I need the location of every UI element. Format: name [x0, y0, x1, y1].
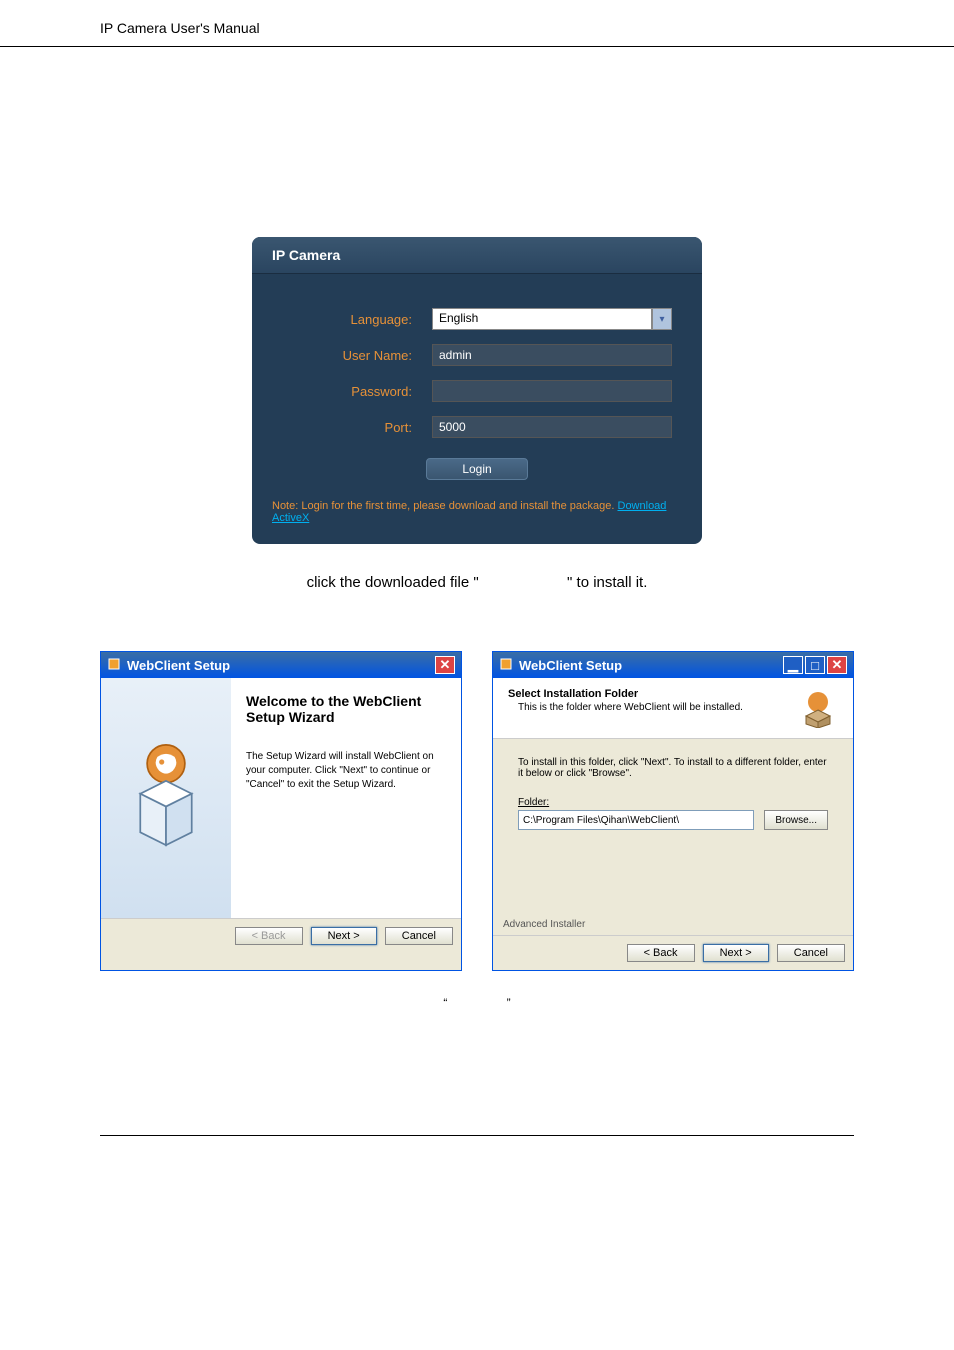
- username-input[interactable]: [432, 344, 672, 366]
- welcome-text: The Setup Wizard will install WebClient …: [246, 750, 446, 792]
- header-box-icon: [798, 688, 838, 728]
- note-text: Note: Login for the first time, please d…: [272, 500, 614, 512]
- open-quote: “: [415, 996, 475, 1010]
- maximize-icon[interactable]: □: [805, 656, 825, 674]
- login-panel: IP Camera Language: English ▾ User Name:…: [252, 237, 702, 544]
- wizard-welcome-dialog: WebClient Setup ✕: [100, 651, 462, 971]
- password-input[interactable]: [432, 380, 672, 402]
- port-input[interactable]: [432, 416, 672, 438]
- login-note: Note: Login for the first time, please d…: [252, 495, 702, 529]
- page-header: IP Camera User's Manual: [0, 0, 954, 47]
- username-label: User Name:: [282, 348, 432, 363]
- folder-header-title: Select Installation Folder: [508, 688, 798, 700]
- login-title: IP Camera: [252, 237, 702, 274]
- dialog-title-bar: WebClient Setup ✕: [101, 652, 461, 678]
- cancel-button[interactable]: Cancel: [777, 944, 845, 962]
- wizard-side-image: [101, 678, 231, 918]
- folder-main-text: To install in this folder, click "Next".…: [518, 757, 828, 779]
- instruction-prefix: click the downloaded file ": [307, 574, 479, 591]
- chevron-down-icon[interactable]: ▾: [652, 308, 672, 330]
- advanced-installer-label: Advanced Installer: [493, 919, 853, 935]
- password-label: Password:: [282, 384, 432, 399]
- close-icon[interactable]: ✕: [435, 656, 455, 674]
- quote-row: “ ”: [100, 996, 854, 1010]
- close-icon[interactable]: ✕: [827, 656, 847, 674]
- language-label: Language:: [282, 312, 432, 327]
- port-label: Port:: [282, 420, 432, 435]
- close-quote: ”: [479, 996, 539, 1010]
- dialog-title-text: WebClient Setup: [519, 658, 622, 673]
- cancel-button[interactable]: Cancel: [385, 927, 453, 945]
- language-select[interactable]: English ▾: [432, 308, 672, 330]
- folder-input[interactable]: [518, 810, 754, 830]
- dialog-title-text: WebClient Setup: [127, 658, 230, 673]
- page-footer-rule: [100, 1135, 854, 1136]
- folder-header-sub: This is the folder where WebClient will …: [518, 702, 798, 713]
- login-button[interactable]: Login: [426, 458, 527, 480]
- installer-icon: [107, 657, 121, 674]
- back-button[interactable]: < Back: [627, 944, 695, 962]
- language-value: English: [432, 308, 652, 330]
- welcome-title: Welcome to the WebClient Setup Wizard: [246, 693, 446, 725]
- installer-icon: [499, 657, 513, 674]
- folder-label: Folder:: [518, 797, 828, 808]
- wizard-folder-dialog: WebClient Setup ▁ □ ✕ Select Installatio…: [492, 651, 854, 971]
- back-button: < Back: [235, 927, 303, 945]
- minimize-icon[interactable]: ▁: [783, 656, 803, 674]
- instruction-suffix: " to install it.: [567, 574, 647, 591]
- instruction-text: click the downloaded file " " to install…: [100, 574, 854, 591]
- next-button[interactable]: Next >: [311, 927, 377, 945]
- dialog-title-bar: WebClient Setup ▁ □ ✕: [493, 652, 853, 678]
- browse-button[interactable]: Browse...: [764, 810, 828, 830]
- next-button[interactable]: Next >: [703, 944, 769, 962]
